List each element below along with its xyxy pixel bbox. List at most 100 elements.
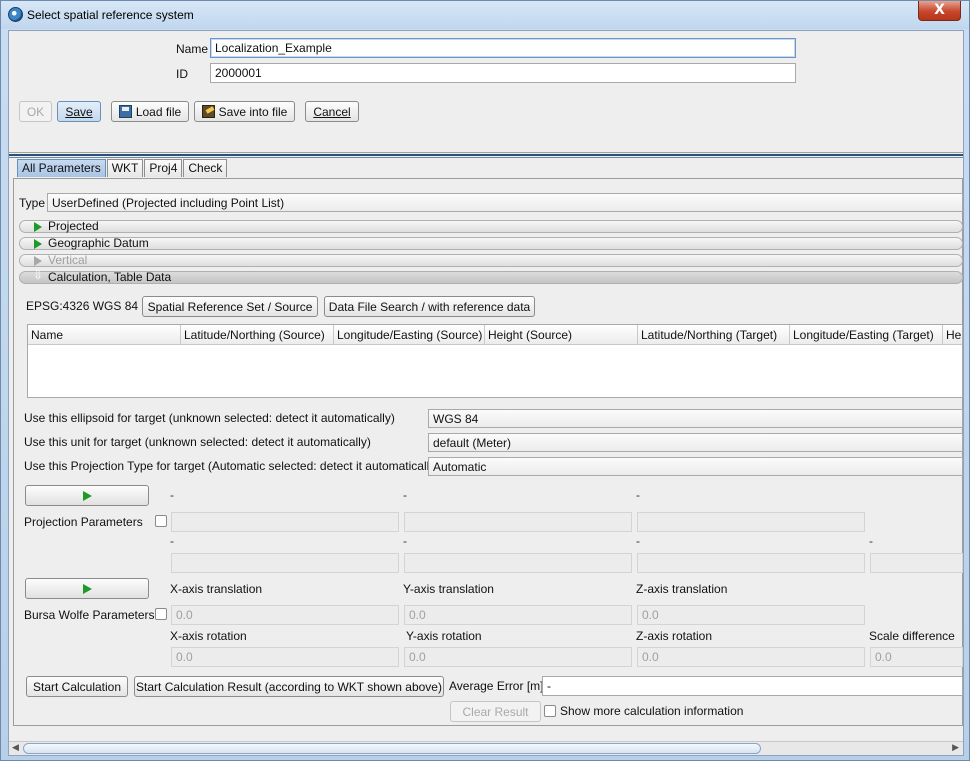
save-button[interactable]: Save bbox=[57, 101, 101, 122]
start-calculation-label: Start Calculation bbox=[32, 679, 122, 694]
title-bar[interactable]: Select spatial reference system X bbox=[1, 1, 969, 29]
bursa-wolfe-label: Bursa Wolfe Parameters bbox=[24, 608, 155, 622]
data-file-search-button[interactable]: Data File Search / with reference data bbox=[324, 296, 535, 317]
scrollbar-thumb[interactable] bbox=[23, 743, 761, 754]
start-calculation-button[interactable]: Start Calculation bbox=[26, 676, 128, 697]
proj-param-5-label: - bbox=[403, 534, 407, 548]
column-header-height-source[interactable]: Height (Source) bbox=[485, 325, 638, 345]
type-select[interactable]: UserDefined (Projected including Point L… bbox=[47, 193, 963, 212]
y-translation-label: Y-axis translation bbox=[403, 582, 494, 596]
spatial-reference-set-button[interactable]: Spatial Reference Set / Source bbox=[142, 296, 318, 317]
section-calculation-label: Calculation, Table Data bbox=[48, 270, 172, 284]
column-header-lat-source[interactable]: Latitude/Northing (Source) bbox=[181, 325, 334, 345]
projection-parameters-checkbox[interactable] bbox=[155, 515, 167, 527]
ok-button-label: OK bbox=[26, 104, 45, 119]
app-globe-icon bbox=[8, 7, 23, 22]
section-vertical[interactable]: Vertical bbox=[19, 254, 963, 267]
type-label: Type bbox=[19, 196, 46, 210]
section-projected[interactable]: Projected bbox=[19, 220, 963, 233]
save-button-label: Save bbox=[65, 104, 93, 119]
cancel-button[interactable]: Cancel bbox=[305, 101, 359, 122]
z-rotation-field[interactable]: 0.0 bbox=[637, 647, 865, 667]
proj-param-3-label: - bbox=[636, 488, 640, 502]
data-file-search-label: Data File Search / with reference data bbox=[328, 299, 531, 314]
projection-type-label: Use this Projection Type for target (Aut… bbox=[24, 459, 440, 473]
play-icon bbox=[83, 491, 92, 501]
x-rotation-field[interactable]: 0.0 bbox=[171, 647, 399, 667]
id-input[interactable]: 2000001 bbox=[210, 63, 796, 83]
scale-difference-field[interactable]: 0.0 bbox=[870, 647, 963, 667]
expand-triangle-disabled-icon bbox=[34, 256, 42, 266]
scroll-left-arrow-icon[interactable]: ◀ bbox=[12, 743, 19, 753]
show-more-info-checkbox[interactable] bbox=[544, 705, 556, 717]
bursa-wolfe-run-button[interactable] bbox=[25, 578, 149, 599]
close-button[interactable]: X bbox=[918, 1, 961, 21]
ok-button[interactable]: OK bbox=[19, 101, 52, 122]
save-into-file-button[interactable]: Save into file bbox=[194, 101, 295, 122]
dialog-content: Name Localization_Example ID 2000001 OK … bbox=[8, 30, 964, 756]
proj-param-7-field[interactable] bbox=[870, 553, 963, 573]
section-calculation[interactable]: ⇩ Calculation, Table Data bbox=[19, 268, 963, 284]
tab-check[interactable]: Check bbox=[183, 159, 228, 177]
floppy-disk-icon bbox=[118, 105, 132, 118]
horizontal-scrollbar[interactable]: ◀ ▶ bbox=[9, 741, 963, 755]
tab-proj4[interactable]: Proj4 bbox=[144, 159, 183, 177]
column-header-lat-target[interactable]: Latitude/Northing (Target) bbox=[638, 325, 790, 345]
tab-wkt[interactable]: WKT bbox=[106, 159, 144, 177]
load-file-label: Load file bbox=[135, 104, 182, 119]
bursa-wolfe-checkbox[interactable] bbox=[155, 608, 167, 620]
separator-line bbox=[9, 152, 963, 153]
column-header-lon-source[interactable]: Longitude/Easting (Source) bbox=[334, 325, 485, 345]
y-translation-field[interactable]: 0.0 bbox=[404, 605, 632, 625]
section-vertical-label: Vertical bbox=[48, 253, 88, 267]
y-rotation-label: Y-axis rotation bbox=[406, 629, 482, 643]
scale-difference-label: Scale difference bbox=[869, 629, 955, 643]
play-icon bbox=[83, 584, 92, 594]
show-more-info-label: Show more calculation information bbox=[560, 704, 744, 718]
clear-result-button[interactable]: Clear Result bbox=[450, 701, 541, 722]
tab-all-parameters[interactable]: All Parameters bbox=[17, 159, 106, 177]
z-translation-field[interactable]: 0.0 bbox=[637, 605, 865, 625]
collapse-arrow-icon: ⇩ bbox=[33, 268, 44, 282]
column-header-lon-target[interactable]: Longitude/Easting (Target) bbox=[790, 325, 943, 345]
projection-parameters-label: Projection Parameters bbox=[24, 515, 143, 529]
load-file-button[interactable]: Load file bbox=[111, 101, 189, 122]
section-geographic-datum[interactable]: Geographic Datum bbox=[19, 237, 963, 250]
expand-triangle-icon bbox=[34, 222, 42, 232]
proj-param-4-field[interactable] bbox=[171, 553, 399, 573]
proj-param-3-field[interactable] bbox=[637, 512, 865, 532]
x-translation-field[interactable]: 0.0 bbox=[171, 605, 399, 625]
separator-line-blue bbox=[9, 157, 963, 158]
spatial-reference-set-label: Spatial Reference Set / Source bbox=[147, 299, 313, 314]
proj-param-6-field[interactable] bbox=[637, 553, 865, 573]
source-srs-label: EPSG:4326 WGS 84 bbox=[26, 299, 139, 313]
y-rotation-field[interactable]: 0.0 bbox=[404, 647, 632, 667]
column-header-name[interactable]: Name bbox=[28, 325, 181, 345]
scroll-right-arrow-icon[interactable]: ▶ bbox=[952, 743, 959, 753]
table-header: Name Latitude/Northing (Source) Longitud… bbox=[28, 325, 962, 345]
z-rotation-label: Z-axis rotation bbox=[636, 629, 713, 643]
ellipsoid-label: Use this ellipsoid for target (unknown s… bbox=[24, 411, 395, 425]
proj-param-1-label: - bbox=[170, 488, 174, 502]
point-list-table[interactable]: Name Latitude/Northing (Source) Longitud… bbox=[27, 324, 963, 398]
proj-param-2-field[interactable] bbox=[404, 512, 632, 532]
average-error-field[interactable]: - bbox=[542, 676, 963, 696]
section-projected-label: Projected bbox=[48, 219, 99, 233]
projection-run-button[interactable] bbox=[25, 485, 149, 506]
projection-type-select[interactable]: Automatic bbox=[428, 457, 963, 476]
proj-param-2-label: - bbox=[403, 488, 407, 502]
z-translation-label: Z-axis translation bbox=[636, 582, 728, 596]
unit-select[interactable]: default (Meter) bbox=[428, 433, 963, 452]
id-label: ID bbox=[176, 67, 188, 81]
clear-result-label: Clear Result bbox=[462, 704, 529, 719]
window-title: Select spatial reference system bbox=[27, 8, 194, 22]
proj-param-6-label: - bbox=[636, 534, 640, 548]
proj-param-5-field[interactable] bbox=[404, 553, 632, 573]
parameter-tabs: All Parameters WKT Proj4 Check bbox=[17, 159, 228, 177]
start-calculation-result-button[interactable]: Start Calculation Result (according to W… bbox=[134, 676, 444, 697]
column-header-height-target[interactable]: Hei bbox=[943, 325, 962, 345]
name-input[interactable]: Localization_Example bbox=[210, 38, 796, 58]
proj-param-1-field[interactable] bbox=[171, 512, 399, 532]
ellipsoid-select[interactable]: WGS 84 bbox=[428, 409, 963, 428]
x-rotation-label: X-axis rotation bbox=[170, 629, 247, 643]
